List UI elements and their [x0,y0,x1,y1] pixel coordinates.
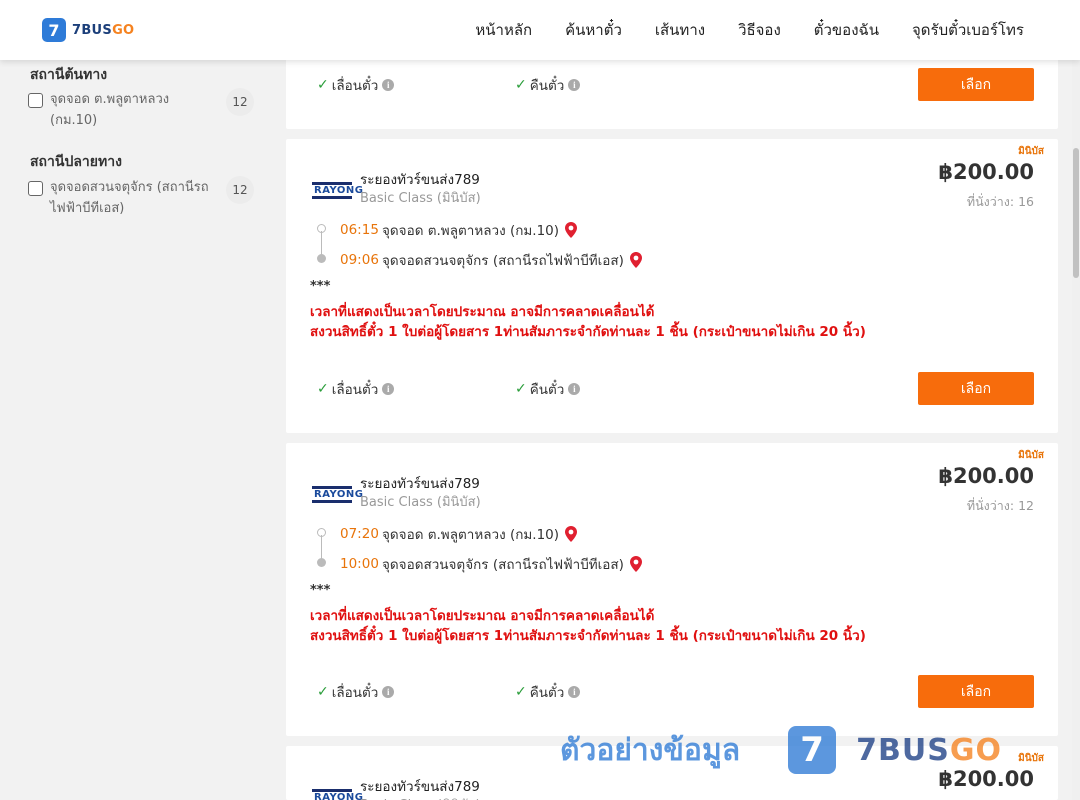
logo-text: 7BUSGO [72,22,135,38]
departure-time: 06:15 [340,222,379,238]
vehicle-type-badge: มินิบัส [1018,753,1044,764]
reschedule-policy: ✓ เลื่อนตั๋ว i [317,378,395,400]
notice-luggage-policy: สงวนสิทธิ์ตั๋ว 1 ใบต่อผู้โดยสาร 1ท่านสัม… [310,324,866,340]
sample-data-watermark: ตัวอย่างข้อมูล 7 7BUSGO [560,724,1002,776]
filter-destination-count: 12 [226,176,254,204]
check-icon: ✓ [317,381,329,397]
filter-origin-option[interactable]: จุดจอด ต.พลูตาหลวง (กม.10) 12 [28,88,256,131]
refund-policy: ✓ คืนตั๋ว i [515,378,581,400]
arrival-dot [317,254,326,263]
filter-destination-option[interactable]: จุดจอดสวนจตุจักร (สถานีรถไฟฟ้าบีทีเอส) 1… [28,176,256,219]
site-logo[interactable]: 7 7BUSGO [42,18,134,42]
arrival-stop: 10:00 จุดจอดสวนจตุจักร (สถานีรถไฟฟ้าบีที… [340,553,642,575]
seats-available: ที่นั่งว่าง: 12 [966,498,1034,513]
bus-class: Basic Class (มินิบัส) [360,794,481,800]
filter-origin-checkbox[interactable] [28,93,43,108]
operator-logo: RAYONG [312,789,363,800]
filter-destination-title: สถานีปลายทาง [30,154,122,170]
arrival-time: 10:00 [340,556,379,572]
info-icon[interactable]: i [382,686,395,698]
refund-policy: ✓ คืนตั๋ว i [515,681,581,703]
note-marker: *** [310,583,331,598]
nav-home[interactable]: หน้าหลัก [475,18,532,42]
filter-origin-label: จุดจอด ต.พลูตาหลวง (กม.10) [50,92,170,128]
nav-my-tickets[interactable]: ตั๋วของฉัน [814,18,879,42]
check-icon: ✓ [515,684,527,700]
info-icon[interactable]: i [568,79,581,91]
map-pin-icon[interactable] [629,556,642,572]
map-pin-icon[interactable] [565,526,578,542]
vehicle-type-badge: มินิบัส [1018,146,1044,157]
notice-time-estimate: เวลาที่แสดงเป็นเวลาโดยประมาณ อาจมีการคลา… [310,304,655,320]
check-icon: ✓ [317,77,329,93]
watermark-text: ตัวอย่างข้อมูล [560,732,741,768]
arrival-stop: 09:06 จุดจอดสวนจตุจักร (สถานีรถไฟฟ้าบีที… [340,249,642,271]
check-icon: ✓ [317,684,329,700]
arrival-stop-name: จุดจอดสวนจตุจักร (สถานีรถไฟฟ้าบีทีเอส) [382,557,624,573]
nav-routes[interactable]: เส้นทาง [655,18,705,42]
select-trip-button[interactable]: เลือก [918,675,1034,708]
operator-logo: RAYONG [312,182,363,199]
reschedule-policy: ✓ เลื่อนตั๋ว i [317,681,395,703]
arrival-stop-name: จุดจอดสวนจตุจักร (สถานีรถไฟฟ้าบีทีเอส) [382,253,624,269]
reschedule-policy: ✓ เลื่อนตั๋ว i [317,74,395,96]
filter-origin-title: สถานีต้นทาง [30,67,108,83]
nav-search-ticket[interactable]: ค้นหาตั๋ว [565,18,622,42]
info-icon[interactable]: i [568,686,581,698]
notice-luggage-policy: สงวนสิทธิ์ตั๋ว 1 ใบต่อผู้โดยสาร 1ท่านสัม… [310,628,866,644]
watermark-logo-mark: 7 [788,726,837,774]
seats-available: ที่นั่งว่าง: 16 [966,194,1034,209]
info-icon[interactable]: i [382,383,395,395]
map-pin-icon[interactable] [565,222,578,238]
bus-class: Basic Class (มินิบัส) [360,191,481,206]
check-icon: ✓ [515,77,527,93]
main-nav: หน้าหลัก ค้นหาตั๋ว เส้นทาง วิธีจอง ตั๋วข… [475,0,1024,60]
trip-price: ฿200.00 [938,160,1034,184]
nav-how-to-book[interactable]: วิธีจอง [738,18,781,42]
vehicle-type-badge: มินิบัส [1018,450,1044,461]
filter-origin-count: 12 [226,88,254,116]
notice-time-estimate: เวลาที่แสดงเป็นเวลาโดยประมาณ อาจมีการคลา… [310,608,655,624]
departure-time: 07:20 [340,526,379,542]
arrival-time: 09:06 [340,252,379,268]
departure-stop: 07:20 จุดจอด ต.พลูตาหลวง (กม.10) [340,523,578,545]
departure-stop-name: จุดจอด ต.พลูตาหลวง (กม.10) [382,527,560,543]
bus-class: Basic Class (มินิบัส) [360,495,481,510]
info-icon[interactable]: i [568,383,581,395]
filter-destination-label: จุดจอดสวนจตุจักร (สถานีรถไฟฟ้าบีทีเอส) [50,180,209,216]
info-icon[interactable]: i [382,79,395,91]
filter-destination-checkbox[interactable] [28,181,43,196]
nav-ticket-pickup-contact[interactable]: จุดรับตั๋วเบอร์โทร [912,18,1024,42]
arrival-dot [317,558,326,567]
map-pin-icon[interactable] [629,252,642,268]
operator-logo: RAYONG [312,486,363,503]
logo-mark: 7 [42,18,66,42]
trip-card: มินิบัส RAYONG ระยองทัวร์ขนส่ง789 Basic … [286,443,1058,736]
refund-policy: ✓ คืนตั๋ว i [515,74,581,96]
watermark-brand: 7BUSGO [856,732,1002,768]
note-marker: *** [310,279,331,294]
departure-stop-name: จุดจอด ต.พลูตาหลวง (กม.10) [382,223,560,239]
check-icon: ✓ [515,381,527,397]
trip-price: ฿200.00 [938,464,1034,488]
trip-card: มินิบัส RAYONG ระยองทัวร์ขนส่ง789 Basic … [286,139,1058,433]
departure-stop: 06:15 จุดจอด ต.พลูตาหลวง (กม.10) [340,219,578,241]
top-header: 7 7BUSGO หน้าหลัก ค้นหาตั๋ว เส้นทาง วิธี… [0,0,1080,60]
select-trip-button[interactable]: เลือก [918,68,1034,101]
page-scrollbar-thumb[interactable] [1073,148,1079,278]
select-trip-button[interactable]: เลือก [918,372,1034,405]
